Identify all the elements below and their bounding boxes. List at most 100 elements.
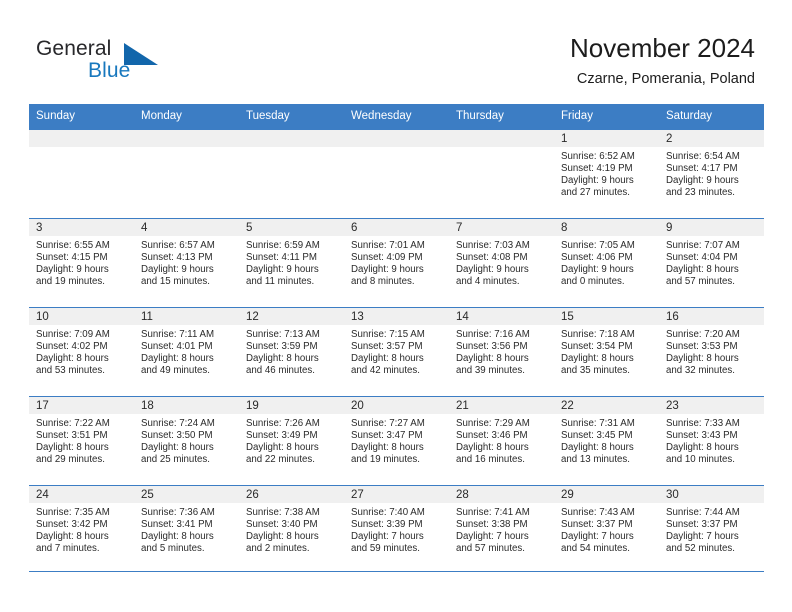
daylight-duration-line1: Daylight: 8 hours	[666, 263, 739, 275]
day-number: 10	[29, 308, 134, 325]
daylight-duration-line1: Daylight: 7 hours	[666, 530, 739, 542]
day-number: 29	[554, 486, 659, 503]
daylight-duration-line2: and 23 minutes.	[666, 186, 735, 198]
sunset-time: Sunset: 3:43 PM	[666, 429, 738, 441]
daylight-duration-line2: and 35 minutes.	[561, 364, 630, 376]
day-number: 6	[344, 219, 449, 236]
sunrise-time: Sunrise: 7:11 AM	[141, 329, 215, 340]
calendar-day-cell[interactable]: 29 Sunrise: 7:43 AM Sunset: 3:37 PM Dayligh…	[554, 485, 659, 575]
calendar-day-cell[interactable]: 4 Sunrise: 6:57 AM Sunset: 4:13 PM Daylight…	[134, 218, 239, 308]
daylight-duration-line2: and 15 minutes.	[141, 275, 210, 287]
calendar-day-cell[interactable]: 21 Sunrise: 7:29 AM Sunset: 3:46 PM Dayligh…	[449, 396, 554, 486]
general-blue-logo[interactable]: General Blue	[36, 36, 166, 86]
calendar-day-cell[interactable]: 5 Sunrise: 6:59 AM Sunset: 4:11 PM Daylight…	[239, 218, 344, 308]
calendar-day-cell[interactable]: 13 Sunrise: 7:15 AM Sunset: 3:57 PM Dayligh…	[344, 307, 449, 397]
daylight-duration-line1: Daylight: 9 hours	[456, 263, 529, 275]
sunrise-time: Sunrise: 7:03 AM	[456, 240, 530, 251]
daylight-duration-line2: and 54 minutes.	[561, 542, 630, 554]
day-number: 15	[554, 308, 659, 325]
calendar-day-cell[interactable]: 2 Sunrise: 6:54 AM Sunset: 4:17 PM Daylight…	[659, 129, 764, 219]
daylight-duration-line1: Daylight: 8 hours	[456, 441, 529, 453]
calendar-day-cell[interactable]: 14 Sunrise: 7:16 AM Sunset: 3:56 PM Dayligh…	[449, 307, 554, 397]
calendar-day-cell[interactable]: 6 Sunrise: 7:01 AM Sunset: 4:09 PM Daylight…	[344, 218, 449, 308]
sunset-time: Sunset: 4:02 PM	[36, 340, 108, 352]
calendar-day-cell[interactable]: 20 Sunrise: 7:27 AM Sunset: 3:47 PM Dayligh…	[344, 396, 449, 486]
day-details: Sunrise: 7:43 AM Sunset: 3:37 PM Daylight:…	[554, 503, 659, 555]
day-number	[344, 130, 449, 147]
day-details: Sunrise: 7:33 AM Sunset: 3:43 PM Daylight:…	[659, 414, 764, 466]
sunrise-time: Sunrise: 6:55 AM	[36, 240, 110, 251]
day-details: Sunrise: 7:41 AM Sunset: 3:38 PM Daylight:…	[449, 503, 554, 555]
calendar-week-row: 10 Sunrise: 7:09 AM Sunset: 4:02 PM Dayligh…	[29, 307, 764, 397]
sunset-time: Sunset: 3:40 PM	[246, 518, 318, 530]
calendar-day-cell[interactable]: 10 Sunrise: 7:09 AM Sunset: 4:02 PM Dayligh…	[29, 307, 134, 397]
sunset-time: Sunset: 3:59 PM	[246, 340, 318, 352]
calendar-day-cell[interactable]: 18 Sunrise: 7:24 AM Sunset: 3:50 PM Dayligh…	[134, 396, 239, 486]
calendar-week-row: 1 Sunrise: 6:52 AM Sunset: 4:19 PM Daylight…	[29, 129, 764, 219]
daylight-duration-line2: and 13 minutes.	[561, 453, 630, 465]
calendar-day-cell[interactable]: 24 Sunrise: 7:35 AM Sunset: 3:42 PM Dayligh…	[29, 485, 134, 575]
day-details: Sunrise: 6:52 AM Sunset: 4:19 PM Daylight:…	[554, 147, 659, 199]
calendar-day-cell[interactable]: 1 Sunrise: 6:52 AM Sunset: 4:19 PM Daylight…	[554, 129, 659, 219]
daylight-duration-line1: Daylight: 8 hours	[246, 530, 319, 542]
day-details: Sunrise: 7:05 AM Sunset: 4:06 PM Daylight:…	[554, 236, 659, 288]
calendar-day-cell[interactable]: 19 Sunrise: 7:26 AM Sunset: 3:49 PM Dayligh…	[239, 396, 344, 486]
sunrise-time: Sunrise: 7:26 AM	[246, 418, 320, 429]
calendar-day-cell[interactable]: 27 Sunrise: 7:40 AM Sunset: 3:39 PM Dayligh…	[344, 485, 449, 575]
daylight-duration-line1: Daylight: 8 hours	[666, 441, 739, 453]
day-details: Sunrise: 6:59 AM Sunset: 4:11 PM Daylight:…	[239, 236, 344, 288]
sunset-time: Sunset: 3:49 PM	[246, 429, 318, 441]
day-number	[239, 130, 344, 147]
sunset-time: Sunset: 4:17 PM	[666, 162, 738, 174]
day-details: Sunrise: 7:13 AM Sunset: 3:59 PM Daylight:…	[239, 325, 344, 377]
sunrise-time: Sunrise: 7:09 AM	[36, 329, 110, 340]
calendar-day-cell[interactable]: 16 Sunrise: 7:20 AM Sunset: 3:53 PM Dayligh…	[659, 307, 764, 397]
calendar-day-cell[interactable]: 11 Sunrise: 7:11 AM Sunset: 4:01 PM Dayligh…	[134, 307, 239, 397]
calendar-page: General Blue November 2024 Czarne, Pomer…	[0, 0, 792, 612]
daylight-duration-line1: Daylight: 8 hours	[351, 441, 424, 453]
daylight-duration-line1: Daylight: 8 hours	[246, 441, 319, 453]
day-number	[449, 130, 554, 147]
sunset-time: Sunset: 3:41 PM	[141, 518, 213, 530]
daylight-duration-line2: and 10 minutes.	[666, 453, 735, 465]
daylight-duration-line1: Daylight: 8 hours	[666, 352, 739, 364]
calendar-day-cell[interactable]: 30 Sunrise: 7:44 AM Sunset: 3:37 PM Dayligh…	[659, 485, 764, 575]
sunrise-time: Sunrise: 7:05 AM	[561, 240, 635, 251]
daylight-duration-line1: Daylight: 8 hours	[141, 441, 214, 453]
calendar-day-cell[interactable]: 23 Sunrise: 7:33 AM Sunset: 3:43 PM Dayligh…	[659, 396, 764, 486]
calendar-day-cell[interactable]: 22 Sunrise: 7:31 AM Sunset: 3:45 PM Dayligh…	[554, 396, 659, 486]
sunrise-time: Sunrise: 7:07 AM	[666, 240, 740, 251]
calendar-day-cell[interactable]: 26 Sunrise: 7:38 AM Sunset: 3:40 PM Dayligh…	[239, 485, 344, 575]
calendar-day-cell[interactable]: 17 Sunrise: 7:22 AM Sunset: 3:51 PM Dayligh…	[29, 396, 134, 486]
calendar-day-cell[interactable]: 12 Sunrise: 7:13 AM Sunset: 3:59 PM Dayligh…	[239, 307, 344, 397]
calendar-day-cell-empty	[134, 129, 239, 219]
sunrise-time: Sunrise: 6:59 AM	[246, 240, 320, 251]
calendar-day-cell-empty	[344, 129, 449, 219]
daylight-duration-line1: Daylight: 9 hours	[246, 263, 319, 275]
daylight-duration-line2: and 8 minutes.	[351, 275, 415, 287]
calendar-day-cell-empty	[449, 129, 554, 219]
daylight-duration-line1: Daylight: 8 hours	[36, 530, 109, 542]
calendar-day-cell[interactable]: 15 Sunrise: 7:18 AM Sunset: 3:54 PM Dayligh…	[554, 307, 659, 397]
calendar-day-cell[interactable]: 3 Sunrise: 6:55 AM Sunset: 4:15 PM Daylight…	[29, 218, 134, 308]
calendar-day-cell[interactable]: 8 Sunrise: 7:05 AM Sunset: 4:06 PM Daylight…	[554, 218, 659, 308]
sunset-time: Sunset: 3:57 PM	[351, 340, 423, 352]
weekday-header-friday: Friday	[554, 104, 659, 130]
day-number: 26	[239, 486, 344, 503]
sunset-time: Sunset: 4:01 PM	[141, 340, 213, 352]
sunrise-time: Sunrise: 6:52 AM	[561, 151, 635, 162]
calendar-day-cell[interactable]: 25 Sunrise: 7:36 AM Sunset: 3:41 PM Dayligh…	[134, 485, 239, 575]
day-number: 22	[554, 397, 659, 414]
day-number: 24	[29, 486, 134, 503]
daylight-duration-line2: and 39 minutes.	[456, 364, 525, 376]
calendar-day-cell[interactable]: 7 Sunrise: 7:03 AM Sunset: 4:08 PM Daylight…	[449, 218, 554, 308]
sunrise-time: Sunrise: 7:27 AM	[351, 418, 425, 429]
calendar-day-cell[interactable]: 9 Sunrise: 7:07 AM Sunset: 4:04 PM Daylight…	[659, 218, 764, 308]
sunrise-time: Sunrise: 7:33 AM	[666, 418, 740, 429]
day-number: 11	[134, 308, 239, 325]
daylight-duration-line2: and 42 minutes.	[351, 364, 420, 376]
sunrise-time: Sunrise: 7:01 AM	[351, 240, 425, 251]
day-number: 17	[29, 397, 134, 414]
calendar-day-cell[interactable]: 28 Sunrise: 7:41 AM Sunset: 3:38 PM Dayligh…	[449, 485, 554, 575]
day-details: Sunrise: 7:36 AM Sunset: 3:41 PM Daylight:…	[134, 503, 239, 555]
